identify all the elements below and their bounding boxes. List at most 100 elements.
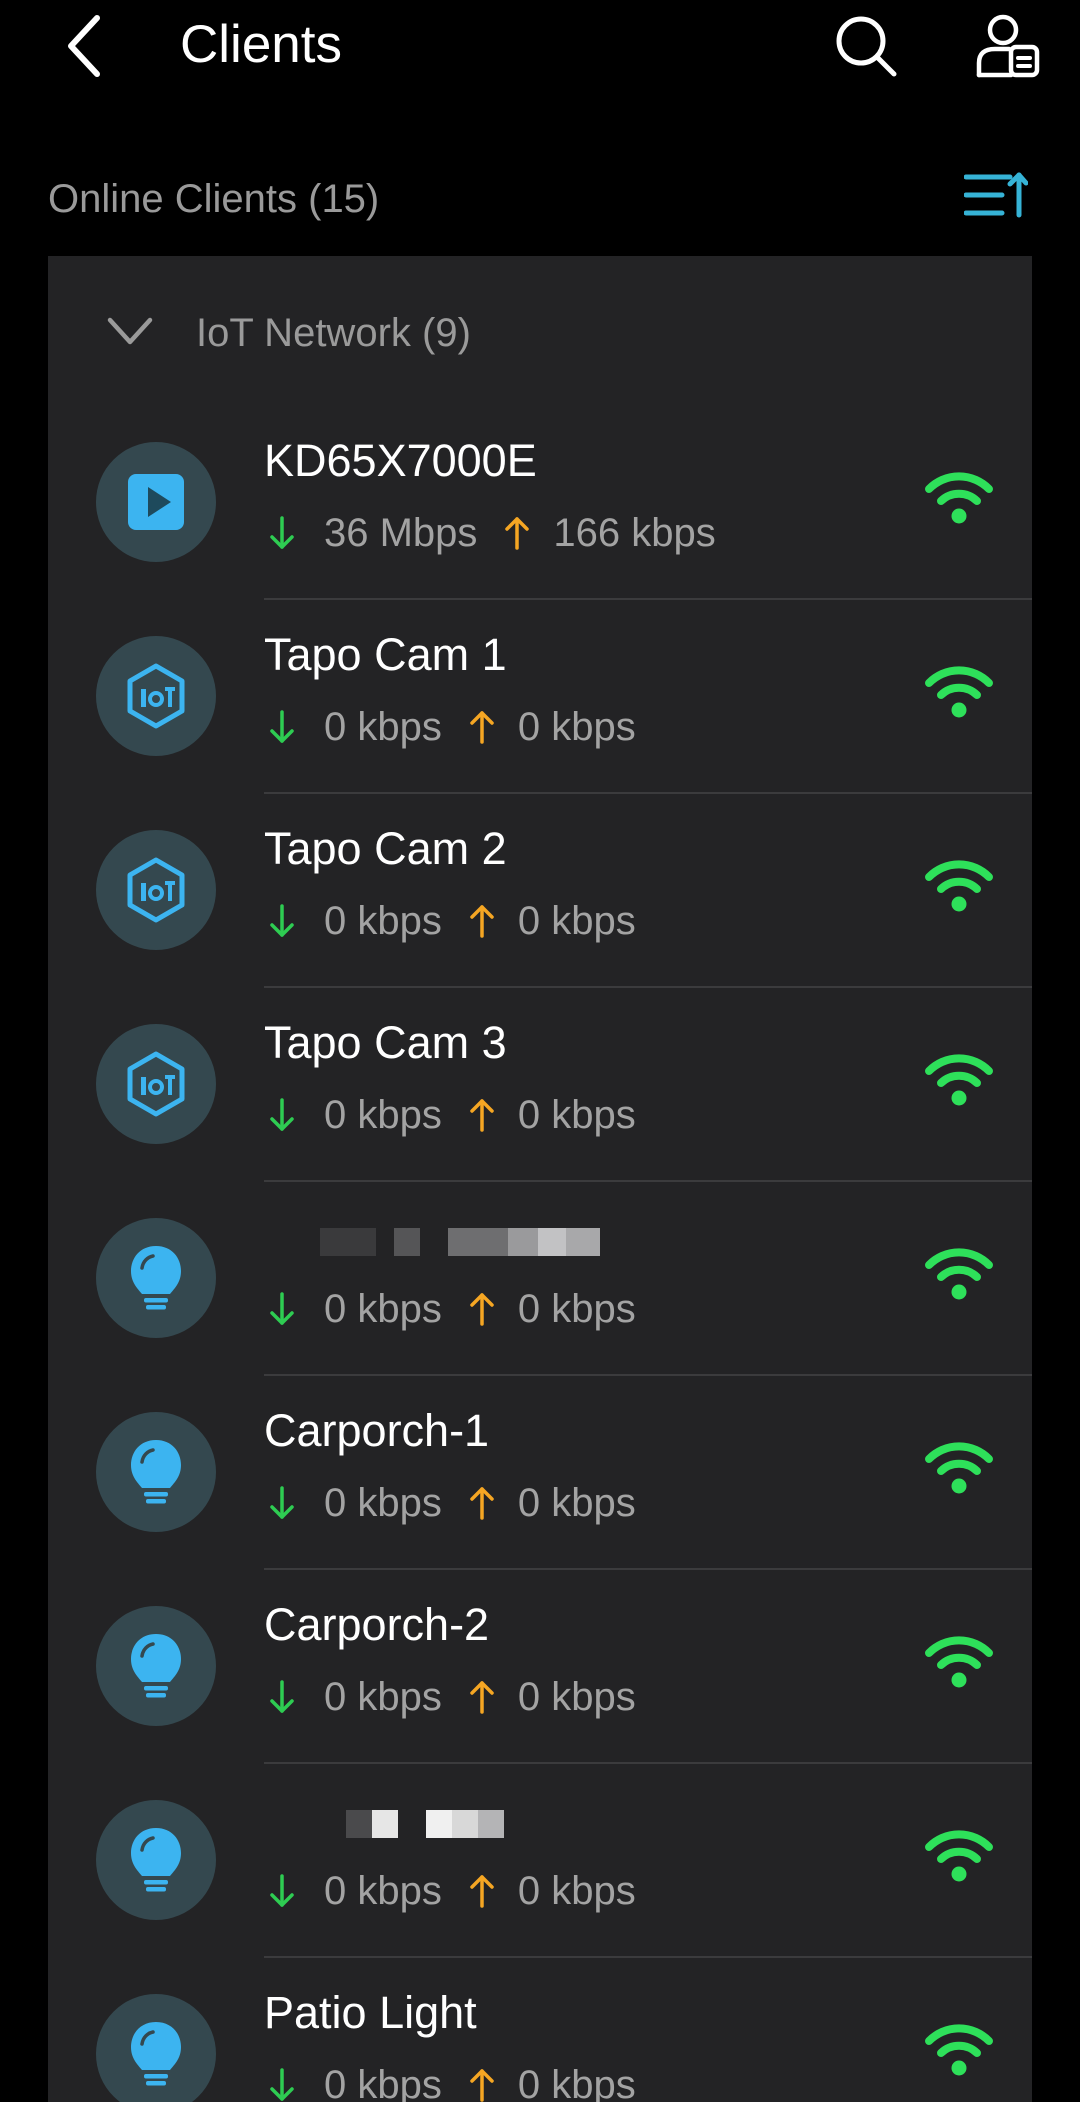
client-speed: 0 kbps 0 kbps (264, 1280, 636, 1338)
arrow-down-icon (264, 1093, 300, 1137)
client-avatar (96, 636, 216, 756)
redacted-name-block (264, 1810, 504, 1838)
chevron-down-icon (107, 317, 153, 345)
client-row[interactable]: Patio Light 0 kbps 0 kbps (48, 1958, 1032, 2102)
light-bulb-icon (131, 1634, 181, 1698)
client-name: KD65X7000E (264, 435, 537, 486)
client-speed: 0 kbps 0 kbps (264, 892, 636, 950)
arrow-up-icon (464, 1093, 500, 1137)
client-name: Tapo Cam 3 (264, 1017, 507, 1068)
client-row[interactable]: Carporch-1 0 kbps 0 kbps (48, 1376, 1032, 1570)
arrow-down-icon (264, 511, 300, 555)
iot-network-group-header[interactable]: IoT Network (9) (48, 256, 1032, 406)
upload-speed: 0 kbps (517, 1480, 636, 1525)
light-bulb-icon (131, 2022, 181, 2086)
arrow-up-icon (464, 2063, 500, 2102)
download-speed: 0 kbps (324, 1286, 442, 1331)
client-row[interactable]: 0 kbps 0 kbps (48, 1764, 1032, 1958)
client-avatar (96, 1218, 216, 1338)
arrow-up-icon (464, 1481, 500, 1525)
arrow-down-icon (264, 1481, 300, 1525)
wifi-strong-icon (925, 666, 993, 718)
clients-card: IoT Network (9) KD65X7000E 36 Mbps 166 k… (48, 256, 1032, 2102)
client-profile-button[interactable] (968, 6, 1048, 86)
client-name: Carporch-2 (264, 1599, 490, 1650)
arrow-down-icon (264, 2063, 300, 2102)
client-row[interactable]: Tapo Cam 1 0 kbps 0 kbps (48, 600, 1032, 794)
client-name: Carporch-1 (264, 1405, 490, 1456)
search-button[interactable] (826, 6, 906, 86)
upload-speed: 0 kbps (517, 1674, 636, 1719)
client-row[interactable]: 0 kbps 0 kbps (48, 1182, 1032, 1376)
client-list: KD65X7000E 36 Mbps 166 kbps Tapo Cam 1 0… (48, 406, 1032, 2102)
client-speed: 0 kbps 0 kbps (264, 2056, 636, 2102)
download-speed: 0 kbps (324, 704, 442, 749)
arrow-down-icon (264, 1675, 300, 1719)
wifi-strong-icon (925, 2024, 993, 2076)
client-row[interactable]: KD65X7000E 36 Mbps 166 kbps (48, 406, 1032, 600)
client-avatar (96, 1606, 216, 1726)
client-speed: 0 kbps 0 kbps (264, 1474, 636, 1532)
client-name: Patio Light (264, 1987, 477, 2038)
client-speed: 0 kbps 0 kbps (264, 698, 636, 756)
client-avatar (96, 1024, 216, 1144)
wifi-strong-icon (925, 860, 993, 912)
download-speed: 0 kbps (324, 1674, 442, 1719)
download-speed: 36 Mbps (324, 510, 478, 555)
arrow-down-icon (264, 705, 300, 749)
client-speed: 0 kbps 0 kbps (264, 1668, 636, 1726)
upload-speed: 0 kbps (517, 1092, 636, 1137)
download-speed: 0 kbps (324, 1480, 442, 1525)
group-label: IoT Network (9) (196, 311, 471, 355)
sort-button[interactable] (960, 162, 1032, 228)
arrow-up-icon (464, 705, 500, 749)
upload-speed: 0 kbps (517, 1286, 636, 1331)
wifi-strong-icon (925, 1248, 993, 1300)
client-row[interactable]: Carporch-2 0 kbps 0 kbps (48, 1570, 1032, 1764)
wifi-strong-icon (925, 1830, 993, 1882)
upload-speed: 0 kbps (517, 2062, 636, 2102)
user-list-icon (976, 14, 1040, 78)
iot-camera-icon (127, 663, 185, 729)
client-avatar (96, 830, 216, 950)
client-row[interactable]: Tapo Cam 2 0 kbps 0 kbps (48, 794, 1032, 988)
arrow-up-icon (499, 511, 535, 555)
upload-speed: 166 kbps (553, 510, 716, 555)
client-speed: 36 Mbps 166 kbps (264, 504, 716, 562)
client-avatar (96, 442, 216, 562)
client-speed: 0 kbps 0 kbps (264, 1086, 636, 1144)
arrow-down-icon (264, 1287, 300, 1331)
page-title: Clients (180, 15, 343, 74)
redacted-name-block (264, 1228, 600, 1256)
client-speed: 0 kbps 0 kbps (264, 1862, 636, 1920)
light-bulb-icon (131, 1828, 181, 1892)
client-avatar (96, 1800, 216, 1920)
download-speed: 0 kbps (324, 1868, 442, 1913)
iot-camera-icon (127, 1051, 185, 1117)
client-row[interactable]: Tapo Cam 3 0 kbps 0 kbps (48, 988, 1032, 1182)
download-speed: 0 kbps (324, 898, 442, 943)
upload-speed: 0 kbps (517, 898, 636, 943)
arrow-up-icon (464, 1287, 500, 1331)
sort-icon (964, 172, 1028, 218)
client-avatar (96, 1994, 216, 2102)
arrow-up-icon (464, 1675, 500, 1719)
back-button[interactable] (50, 8, 120, 84)
search-icon (836, 16, 897, 77)
media-player-icon (128, 474, 184, 530)
online-clients-label: Online Clients (15) (48, 177, 380, 221)
download-speed: 0 kbps (324, 1092, 442, 1137)
upload-speed: 0 kbps (517, 1868, 636, 1913)
wifi-strong-icon (925, 1636, 993, 1688)
arrow-up-icon (464, 899, 500, 943)
client-name: Tapo Cam 2 (264, 823, 507, 874)
wifi-strong-icon (925, 1054, 993, 1106)
download-speed: 0 kbps (324, 2062, 442, 2102)
arrow-down-icon (264, 1869, 300, 1913)
light-bulb-icon (131, 1246, 181, 1310)
upload-speed: 0 kbps (517, 704, 636, 749)
app-header: Clients (0, 0, 1080, 110)
wifi-strong-icon (925, 472, 993, 524)
light-bulb-icon (131, 1440, 181, 1504)
chevron-left-icon (68, 15, 100, 77)
